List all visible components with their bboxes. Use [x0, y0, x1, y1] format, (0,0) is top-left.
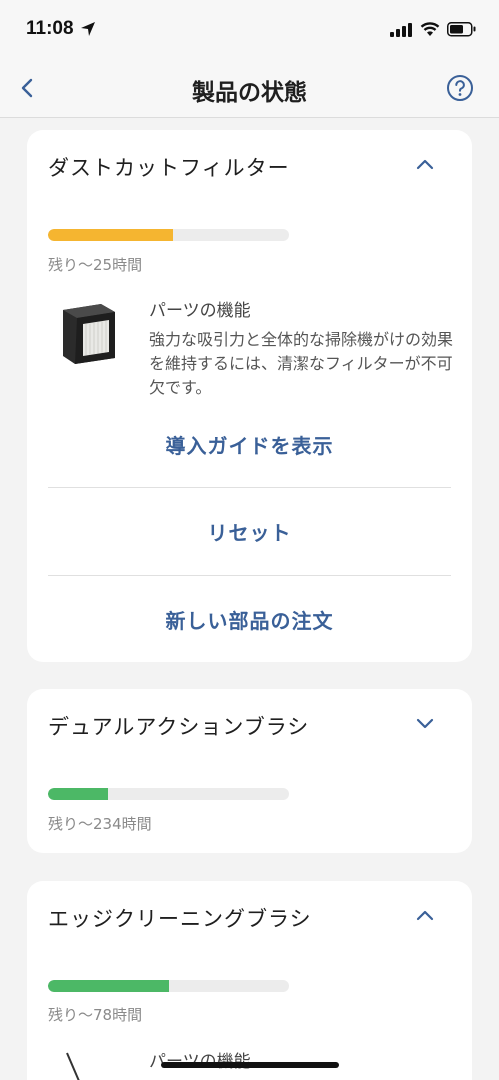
part-card-dual-brush: デュアルアクションブラシ 残り〜234時間: [27, 689, 472, 853]
help-icon[interactable]: [446, 74, 474, 102]
chevron-up-icon[interactable]: [413, 907, 437, 923]
page-title: 製品の状態: [192, 80, 307, 106]
progress-fill: [48, 788, 109, 800]
cellular-signal-icon: [390, 23, 412, 37]
part-title: デュアルアクションブラシ: [48, 715, 310, 739]
status-bar: 11:08: [0, 0, 499, 58]
part-card-filter: ダストカットフィルター 残り〜25時間 パーツの機能 強力な吸引力と全体的な掃除…: [27, 130, 472, 662]
progress-bar: [48, 229, 289, 241]
reset-button[interactable]: リセット: [48, 517, 451, 546]
progress-bar: [48, 788, 289, 800]
order-new-part-link[interactable]: 新しい部品の注文: [48, 605, 451, 634]
chevron-up-icon[interactable]: [413, 156, 437, 172]
remaining-time: 残り〜25時間: [48, 256, 143, 274]
divider: [48, 575, 451, 576]
navigation-bar: 製品の状態: [0, 58, 499, 118]
remaining-time: 残り〜234時間: [48, 815, 152, 833]
part-function-heading: パーツの機能: [149, 301, 251, 321]
progress-bar: [48, 980, 289, 992]
progress-fill: [48, 980, 169, 992]
part-title: ダストカットフィルター: [48, 156, 290, 180]
chevron-down-icon[interactable]: [413, 715, 437, 731]
part-title: エッジクリーニングブラシ: [48, 907, 312, 931]
wifi-icon: [420, 22, 440, 36]
divider: [48, 487, 451, 488]
home-indicator: [161, 1062, 339, 1068]
status-time: 11:08: [26, 18, 74, 39]
part-function-description: 強力な吸引力と全体的な掃除機がけの効果を維持するには、清潔なフィルターが不可欠で…: [149, 330, 454, 397]
remaining-time: 残り〜78時間: [48, 1006, 143, 1024]
part-function-heading: パーツの機能: [149, 1047, 251, 1072]
progress-fill: [48, 229, 174, 241]
edge-brush-part-image: [66, 1052, 80, 1080]
filter-part-image: [63, 304, 115, 364]
location-arrow-icon: [81, 22, 95, 36]
battery-icon: [447, 22, 476, 37]
part-card-edge-brush: エッジクリーニングブラシ 残り〜78時間 パーツの機能: [27, 881, 472, 1080]
view-install-guide-link[interactable]: 導入ガイドを表示: [48, 430, 451, 459]
